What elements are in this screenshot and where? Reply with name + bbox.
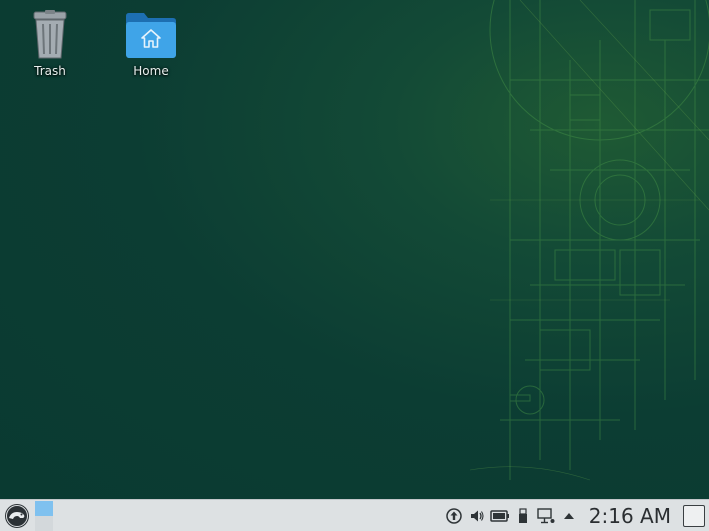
virtual-desktop-pager[interactable] [35,500,53,531]
tray-usb-device[interactable] [512,500,535,531]
expand-arrow-icon [564,512,575,519]
desktop-icon-label: Trash [34,64,66,78]
system-tray: 2:16 AM [443,500,709,531]
task-manager[interactable] [53,500,443,531]
desktop-icon-home[interactable]: Home [116,10,186,78]
opensuse-gecko-icon [5,503,29,528]
desktop-icon-trash[interactable]: Trash [15,10,85,78]
network-icon [537,507,555,523]
digital-clock[interactable]: 2:16 AM [589,504,671,528]
trash-icon [33,10,67,59]
tray-battery[interactable] [489,500,512,531]
pager-desktop-2[interactable] [35,515,53,531]
desktop[interactable]: Trash Home [0,0,709,499]
pager-desktop-1[interactable] [35,500,53,516]
usb-device-icon [519,507,528,523]
volume-icon [471,510,484,521]
home-folder-icon [126,13,176,58]
updates-icon [446,507,463,524]
desktop-icon-label: Home [133,64,169,78]
application-launcher-button[interactable] [0,500,34,531]
taskbar-panel: 2:16 AM [0,499,709,531]
tray-network[interactable] [535,500,558,531]
battery-icon [490,509,510,522]
tray-expand[interactable] [558,500,581,531]
show-desktop-button[interactable] [683,504,705,527]
wallpaper-blueprint [470,0,709,481]
tray-volume[interactable] [466,500,489,531]
tray-updates[interactable] [443,500,466,531]
